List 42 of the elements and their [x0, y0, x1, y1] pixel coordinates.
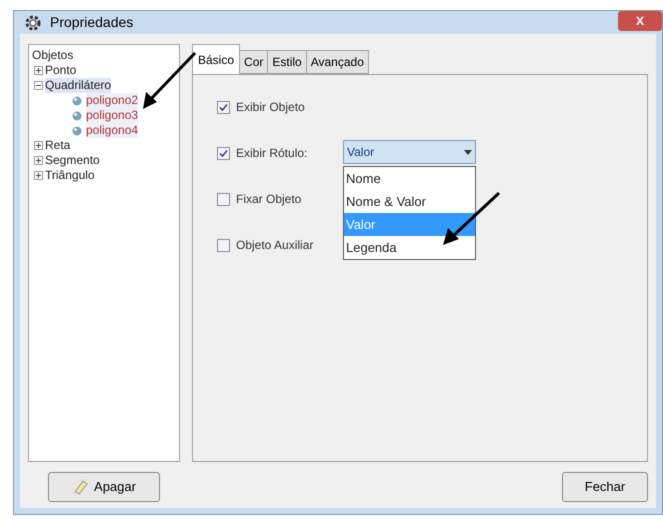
checkbox-label: Objeto Auxiliar: [236, 237, 314, 254]
gear-icon: [24, 14, 42, 32]
expand-icon[interactable]: [34, 141, 43, 150]
checkbox[interactable]: [217, 238, 230, 252]
tab[interactable]: Básico: [192, 44, 240, 74]
close-button[interactable]: X: [618, 11, 662, 31]
tree-item[interactable]: Ponto: [45, 63, 76, 78]
expand-icon[interactable]: [34, 156, 43, 165]
sphere-icon: [72, 126, 82, 136]
annotation-arrow: [140, 50, 198, 112]
dropdown-arrow-icon: [464, 150, 472, 154]
checkbox-label: Exibir Rótulo:: [236, 145, 308, 162]
window-title: Propriedades: [50, 13, 134, 32]
delete-button[interactable]: Apagar: [48, 472, 160, 502]
dropdown-option[interactable]: Nome: [344, 167, 475, 190]
tab[interactable]: Estilo: [268, 50, 307, 74]
sphere-icon: [72, 110, 82, 120]
checkbox[interactable]: [217, 100, 230, 114]
annotation-arrow: [440, 190, 502, 248]
expand-icon[interactable]: [34, 171, 43, 180]
checkbox[interactable]: [217, 146, 230, 160]
tab[interactable]: Avançado: [306, 50, 369, 74]
close-dialog-button[interactable]: Fechar: [562, 472, 648, 502]
eraser-icon: [72, 478, 90, 496]
checkbox-label: Fixar Objeto: [236, 191, 302, 208]
tree-item[interactable]: poligono4: [86, 123, 138, 138]
tree-item[interactable]: Segmento: [45, 153, 100, 168]
tab[interactable]: Cor: [240, 50, 268, 74]
tree-item[interactable]: Triângulo: [45, 168, 95, 183]
tree-item[interactable]: Reta: [45, 138, 70, 153]
tree-item[interactable]: poligono2: [86, 93, 138, 108]
tree-item[interactable]: poligono3: [86, 108, 138, 123]
checkbox[interactable]: [217, 192, 230, 206]
sphere-icon: [72, 96, 82, 106]
tree-item[interactable]: Quadrilátero: [45, 78, 112, 93]
checkbox-label: Exibir Objeto: [236, 99, 305, 116]
tree-root-label[interactable]: Objetos: [32, 48, 74, 63]
expand-icon[interactable]: [34, 66, 43, 75]
collapse-icon[interactable]: [34, 81, 43, 90]
dropdown-option[interactable]: Nome & Valor: [344, 190, 475, 213]
label-dropdown[interactable]: Valor: [343, 140, 476, 164]
dropdown-option[interactable]: Legenda: [344, 236, 475, 259]
